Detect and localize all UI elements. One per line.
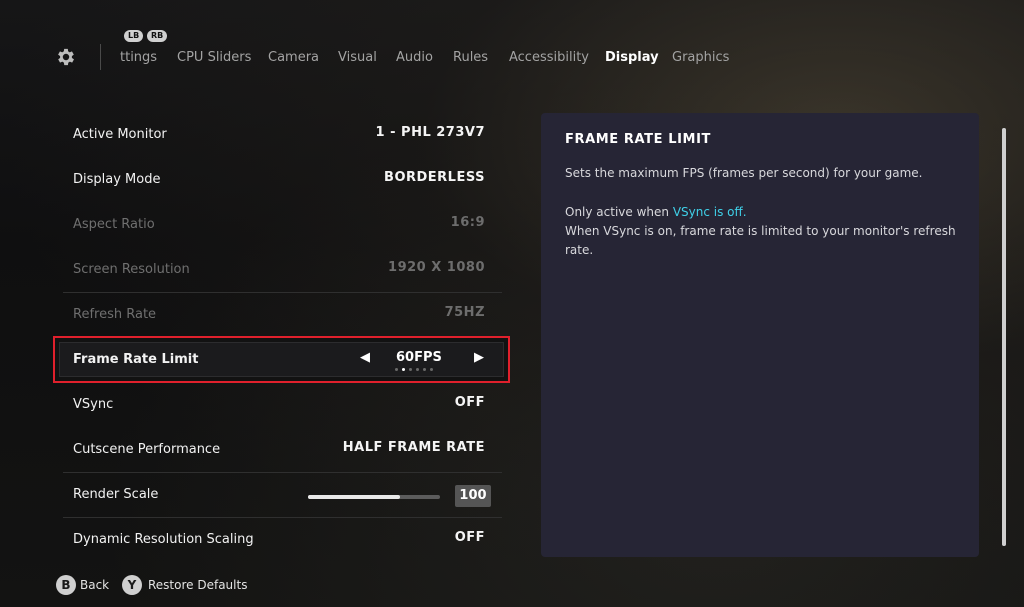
setting-value: 1 - PHL 273V7 <box>375 125 485 140</box>
option-dot <box>402 368 405 371</box>
setting-label: Display Mode <box>73 172 161 187</box>
setting-value: OFF <box>454 395 485 410</box>
setting-label: Frame Rate Limit <box>73 352 199 367</box>
tab-visual[interactable]: Visual <box>338 50 377 65</box>
scrollbar-thumb[interactable] <box>1002 128 1006 546</box>
setting-value: OFF <box>454 530 485 545</box>
setting-dynamic-resolution-scaling[interactable]: Dynamic Resolution Scaling OFF <box>63 518 502 563</box>
option-dot <box>423 368 426 371</box>
tab-audio[interactable]: Audio <box>396 50 433 65</box>
tab-graphics[interactable]: Graphics <box>672 50 729 65</box>
tab-cpu-sliders[interactable]: CPU Sliders <box>177 50 251 65</box>
nav-divider <box>100 44 101 70</box>
setting-refresh-rate: Refresh Rate 75HZ <box>63 293 502 338</box>
tab-accessibility[interactable]: Accessibility <box>509 50 589 65</box>
panel-note: Only active when VSync is off. <box>565 203 965 222</box>
option-dot <box>409 368 412 371</box>
setting-label: Screen Resolution <box>73 262 190 277</box>
arrow-right-icon[interactable]: ▶ <box>474 350 484 365</box>
info-panel: FRAME RATE LIMIT Sets the maximum FPS (f… <box>541 113 979 557</box>
back-button[interactable]: Back <box>80 578 109 592</box>
setting-label: Render Scale <box>73 487 159 502</box>
tab-settings[interactable]: ttings <box>120 50 157 65</box>
gear-icon[interactable] <box>55 46 77 68</box>
setting-display-mode[interactable]: Display Mode BORDERLESS <box>63 158 502 203</box>
setting-active-monitor[interactable]: Active Monitor 1 - PHL 273V7 <box>63 113 502 158</box>
option-dot <box>395 368 398 371</box>
setting-label: Dynamic Resolution Scaling <box>73 532 254 547</box>
panel-description: Sets the maximum FPS (frames per second)… <box>565 166 923 180</box>
render-scale-slider[interactable] <box>308 495 440 499</box>
y-button-icon[interactable]: Y <box>122 575 142 595</box>
setting-label: Aspect Ratio <box>73 217 155 232</box>
rb-bumper-icon: RB <box>147 30 168 42</box>
setting-render-scale[interactable]: Render Scale 100 <box>63 473 502 518</box>
panel-note-prefix: Only active when <box>565 205 669 219</box>
setting-label: Refresh Rate <box>73 307 157 322</box>
setting-value: 75HZ <box>444 305 485 320</box>
tab-camera[interactable]: Camera <box>268 50 319 65</box>
option-dot <box>430 368 433 371</box>
slider-fill <box>308 495 401 499</box>
restore-defaults-button[interactable]: Restore Defaults <box>148 578 247 592</box>
tab-display[interactable]: Display <box>605 50 659 65</box>
setting-value: 60FPS <box>396 350 442 365</box>
option-indicator <box>395 368 433 371</box>
option-dot <box>416 368 419 371</box>
setting-vsync[interactable]: VSync OFF <box>63 383 502 428</box>
setting-label: Active Monitor <box>73 127 167 142</box>
vsync-link[interactable]: VSync is off. <box>673 205 747 219</box>
setting-aspect-ratio: Aspect Ratio 16:9 <box>63 203 502 248</box>
setting-label: Cutscene Performance <box>73 442 221 457</box>
scrollbar[interactable] <box>1002 128 1006 546</box>
b-button-icon[interactable]: B <box>56 575 76 595</box>
setting-value: HALF FRAME RATE <box>342 440 485 455</box>
arrow-left-icon[interactable]: ◀ <box>360 350 370 365</box>
setting-value: BORDERLESS <box>384 170 485 185</box>
tab-rules[interactable]: Rules <box>453 50 488 65</box>
setting-screen-resolution: Screen Resolution 1920 X 1080 <box>63 248 502 293</box>
setting-value: 16:9 <box>450 215 485 230</box>
setting-cutscene-performance[interactable]: Cutscene Performance HALF FRAME RATE <box>63 428 502 473</box>
setting-frame-rate-limit[interactable]: Frame Rate Limit ◀ 60FPS ▶ <box>53 336 510 383</box>
lb-bumper-icon: LB <box>124 30 144 42</box>
panel-note-detail: When VSync is on, frame rate is limited … <box>565 224 956 257</box>
render-scale-value: 100 <box>455 485 491 507</box>
panel-title: FRAME RATE LIMIT <box>565 132 711 147</box>
setting-value: 1920 X 1080 <box>388 260 485 275</box>
setting-label: VSync <box>73 397 114 412</box>
